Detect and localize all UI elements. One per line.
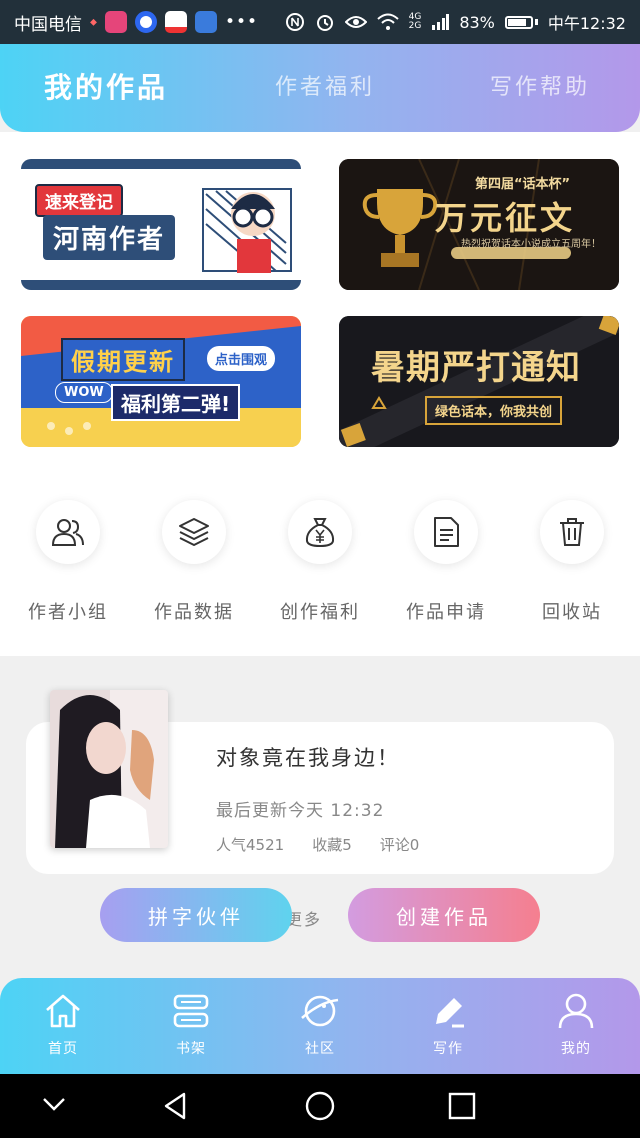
alarm-icon xyxy=(316,15,333,31)
baidu-app-icon xyxy=(135,11,157,33)
nav-bookshelf[interactable]: 书架 xyxy=(146,992,236,1058)
banner-contest-subtitle: 热烈祝贺话本小说成立五周年！ xyxy=(461,239,601,250)
quick-creation-benefits[interactable]: 创作福利 xyxy=(265,500,375,624)
banner-summer-notice[interactable]: 暑期严打通知 绿色话本，你我共创 xyxy=(339,316,619,447)
square-icon xyxy=(448,1092,476,1120)
nav-community[interactable]: 社区 xyxy=(275,992,365,1058)
banner-contest-tag: 第四届“话本杯” xyxy=(475,177,571,192)
planet-icon xyxy=(301,995,339,1027)
signal-icon xyxy=(432,14,450,30)
nav-write[interactable]: 写作 xyxy=(403,992,493,1058)
home-circle-icon xyxy=(305,1091,335,1121)
quick-work-data[interactable]: 作品数据 xyxy=(139,500,249,624)
quick-work-application-label: 作品申请 xyxy=(406,602,486,623)
tab-my-works[interactable]: 我的作品 xyxy=(44,44,168,132)
nav-bookshelf-label: 书架 xyxy=(176,1041,206,1057)
users-icon xyxy=(36,500,100,564)
create-work-button[interactable]: 创建作品 xyxy=(348,888,540,942)
network-indicator: 4G 2G xyxy=(408,12,422,31)
weibo-app-icon xyxy=(105,11,127,33)
status-bar: 中国电信 ⬥ ••• 4G 2G 83% 中午12:32 xyxy=(0,0,640,44)
wifi-icon xyxy=(376,13,399,30)
quick-work-application[interactable]: 作品申请 xyxy=(391,500,501,624)
more-dots-icon: ••• xyxy=(225,12,259,32)
work-popularity: 人气4521 xyxy=(216,836,285,854)
eye-icon xyxy=(344,16,367,28)
nav-mine-label: 我的 xyxy=(561,1041,591,1057)
quick-author-group[interactable]: 作者小组 xyxy=(13,500,123,624)
layers-icon xyxy=(162,500,226,564)
system-nav-bar xyxy=(0,1074,640,1138)
back-triangle-icon xyxy=(164,1092,186,1120)
work-stats: 人气4521 收藏5 评论0 xyxy=(216,834,419,855)
work-last-updated: 最后更新今天 12:32 xyxy=(216,801,385,821)
banner-henan-tag: 速来登记 xyxy=(35,184,123,217)
banner-henan-author[interactable]: 速来登记 河南作者 xyxy=(21,159,301,290)
work-cover-image[interactable] xyxy=(50,690,168,848)
taobao-app-icon xyxy=(165,11,187,33)
bookshelf-icon xyxy=(173,994,209,1028)
nav-community-label: 社区 xyxy=(305,1041,335,1057)
banner-henan-title: 河南作者 xyxy=(43,215,176,260)
battery-percent: 83% xyxy=(459,12,495,32)
quick-creation-benefits-label: 创作福利 xyxy=(280,602,360,623)
work-title[interactable]: 对象竟在我身边！ xyxy=(216,742,400,772)
clock: 中午12:32 xyxy=(547,14,626,33)
banner-holiday-update[interactable]: 假期更新 点击围观 WOW 福利第二弹! xyxy=(21,316,301,447)
banner-holiday-badge: WOW xyxy=(55,382,113,403)
pen-icon xyxy=(436,998,464,1028)
back-button[interactable] xyxy=(160,1090,192,1126)
tab-author-benefits[interactable]: 作者福利 xyxy=(275,44,375,132)
nfc-icon xyxy=(285,13,304,31)
carrier-label: 中国电信 xyxy=(14,14,82,35)
hide-nav-button[interactable] xyxy=(40,1090,68,1122)
home-button[interactable] xyxy=(304,1090,336,1126)
tab-writing-help[interactable]: 写作帮助 xyxy=(490,44,590,132)
top-tab-bar: 我的作品 作者福利 写作帮助 xyxy=(0,44,640,132)
banner-holiday-title: 假期更新 xyxy=(61,338,185,381)
trash-icon xyxy=(540,500,604,564)
work-favorites: 收藏5 xyxy=(312,836,352,854)
recents-button[interactable] xyxy=(446,1090,478,1126)
cloud-app-icon xyxy=(195,11,217,33)
banner-notice-subtitle: 绿色话本，你我共创 xyxy=(425,396,563,425)
typing-partner-button[interactable]: 拼字伙伴 xyxy=(100,888,292,942)
person-icon xyxy=(558,993,594,1029)
nav-write-label: 写作 xyxy=(433,1041,463,1057)
home-icon xyxy=(46,994,80,1028)
bottom-nav: 首页 书架 社区 写作 我的 xyxy=(0,978,640,1074)
nav-mine[interactable]: 我的 xyxy=(531,992,621,1058)
banner-contest-title: 万元征文 xyxy=(435,199,576,237)
quick-work-data-label: 作品数据 xyxy=(154,602,234,623)
banner-essay-contest[interactable]: 第四届“话本杯” 万元征文 热烈祝贺话本小说成立五周年！ xyxy=(339,159,619,290)
banner-holiday-subtitle: 福利第二弹! xyxy=(111,384,241,421)
nav-home[interactable]: 首页 xyxy=(18,992,108,1058)
work-comments: 评论0 xyxy=(379,836,420,854)
chevron-down-icon xyxy=(43,1098,65,1111)
quick-author-group-label: 作者小组 xyxy=(28,602,108,623)
battery-icon xyxy=(504,15,538,29)
nav-home-label: 首页 xyxy=(48,1041,78,1057)
money-bag-icon xyxy=(288,500,352,564)
quick-recycle-bin-label: 回收站 xyxy=(542,602,602,623)
banner-notice-title: 暑期严打通知 xyxy=(371,348,581,388)
document-icon xyxy=(414,500,478,564)
banner-holiday-tag: 点击围观 xyxy=(207,346,276,371)
sim-icon: ⬥ xyxy=(90,16,97,28)
quick-recycle-bin[interactable]: 回收站 xyxy=(517,500,627,624)
